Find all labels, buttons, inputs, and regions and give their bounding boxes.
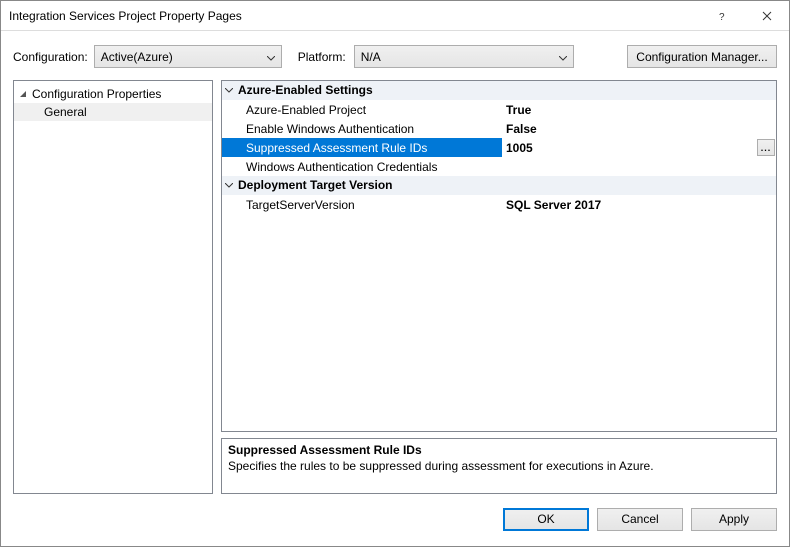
prop-value[interactable] (502, 157, 776, 176)
tree-node-general[interactable]: General (14, 103, 212, 121)
category-deployment-target-version[interactable]: Deployment Target Version (222, 176, 776, 195)
titlebar: Integration Services Project Property Pa… (1, 1, 789, 31)
category-azure-enabled-settings[interactable]: Azure-Enabled Settings (222, 81, 776, 100)
platform-dropdown[interactable]: N/A (354, 45, 574, 68)
configuration-label: Configuration: (13, 50, 88, 64)
ellipsis-button[interactable]: ... (757, 139, 775, 156)
configuration-value: Active(Azure) (101, 50, 173, 64)
prop-azure-enabled-project[interactable]: Azure-Enabled Project True (222, 100, 776, 119)
tree-node-configuration-properties[interactable]: Configuration Properties (14, 85, 212, 103)
main-area: Configuration Properties General Azure-E… (1, 80, 789, 502)
svg-text:?: ? (719, 12, 725, 21)
prop-value[interactable]: True (502, 100, 776, 119)
configuration-dropdown[interactable]: Active(Azure) (94, 45, 282, 68)
help-icon: ? (717, 11, 727, 21)
dialog-window: Integration Services Project Property Pa… (0, 0, 790, 547)
property-grid[interactable]: Azure-Enabled Settings Azure-Enabled Pro… (221, 80, 777, 432)
right-column: Azure-Enabled Settings Azure-Enabled Pro… (221, 80, 777, 494)
platform-value: N/A (361, 50, 381, 64)
chevron-down-icon (559, 50, 567, 64)
collapse-icon[interactable] (224, 85, 234, 95)
window-title: Integration Services Project Property Pa… (1, 9, 699, 23)
collapse-icon[interactable] (224, 180, 234, 190)
close-icon (762, 11, 772, 21)
prop-suppressed-assessment-rule-ids[interactable]: Suppressed Assessment Rule IDs 1005 ... (222, 138, 776, 157)
collapse-icon[interactable] (18, 89, 28, 99)
description-text: Specifies the rules to be suppressed dur… (228, 459, 770, 473)
chevron-down-icon (267, 50, 275, 64)
nav-tree[interactable]: Configuration Properties General (13, 80, 213, 494)
help-button[interactable]: ? (699, 1, 744, 31)
prop-value[interactable]: 1005 ... (502, 138, 776, 157)
dialog-footer: OK Cancel Apply (1, 502, 789, 546)
prop-value[interactable]: SQL Server 2017 (502, 195, 776, 214)
prop-enable-windows-auth[interactable]: Enable Windows Authentication False (222, 119, 776, 138)
configuration-manager-button[interactable]: Configuration Manager... (627, 45, 777, 68)
description-pane: Suppressed Assessment Rule IDs Specifies… (221, 438, 777, 494)
configuration-bar: Configuration: Active(Azure) Platform: N… (1, 31, 789, 80)
apply-button[interactable]: Apply (691, 508, 777, 531)
platform-label: Platform: (298, 50, 346, 64)
prop-value[interactable]: False (502, 119, 776, 138)
description-title: Suppressed Assessment Rule IDs (228, 443, 770, 457)
close-button[interactable] (744, 1, 789, 31)
prop-windows-auth-credentials[interactable]: Windows Authentication Credentials (222, 157, 776, 176)
ok-button[interactable]: OK (503, 508, 589, 531)
prop-target-server-version[interactable]: TargetServerVersion SQL Server 2017 (222, 195, 776, 214)
cancel-button[interactable]: Cancel (597, 508, 683, 531)
